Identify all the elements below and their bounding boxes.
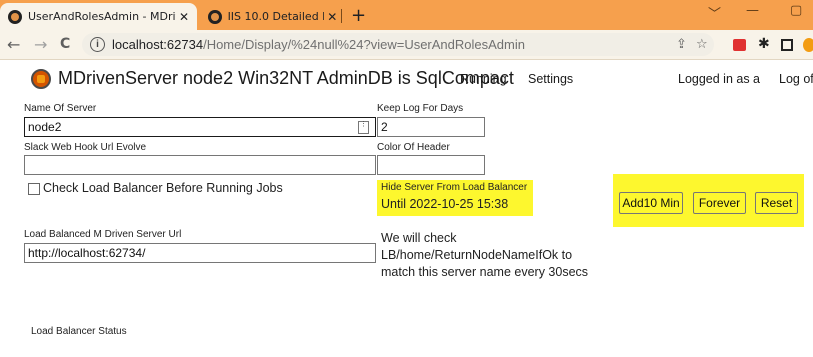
forward-icon[interactable]: → <box>34 35 47 54</box>
sidepanel-icon[interactable] <box>781 39 793 51</box>
tab-title: IIS 10.0 Detailed Error - 500.0 - n <box>227 10 325 23</box>
tab-useradmin[interactable]: UserAndRolesAdmin - MDrivenS ✕ <box>0 3 197 30</box>
profile-avatar-icon[interactable] <box>803 38 813 52</box>
page-title: MDrivenServer node2 Win32NT AdminDB is S… <box>58 68 514 88</box>
minimize-icon[interactable]: — <box>746 3 759 18</box>
tab-iis-error[interactable]: IIS 10.0 Detailed Error - 500.0 - n ✕ <box>200 3 340 30</box>
url-path: /Home/Display/%24null%24?view=UserAndRol… <box>203 37 525 52</box>
reset-button[interactable]: Reset <box>755 192 798 214</box>
menu-running[interactable]: Running <box>460 72 507 86</box>
check-load-balancer-checkbox[interactable] <box>28 183 40 195</box>
maximize-icon[interactable]: ▢ <box>790 3 802 18</box>
autofill-key-icon[interactable]: ⋮ <box>358 121 369 134</box>
forever-button[interactable]: Forever <box>693 192 746 214</box>
logged-in-text: Logged in as a <box>678 72 761 86</box>
keep-log-input[interactable]: 2 <box>377 117 485 137</box>
hide-server-panel: Hide Server From Load Balancer Until 202… <box>377 180 533 216</box>
load-balanced-url-input[interactable]: http://localhost:62734/ <box>24 243 376 263</box>
add10-min-button[interactable]: Add10 Min <box>619 192 683 214</box>
hide-server-label: Hide Server From Load Balancer <box>381 182 528 193</box>
tab-search-icon[interactable]: ﹀ <box>708 3 721 22</box>
browser-toolbar: ← → C i localhost:62734/Home/Display/%24… <box>0 30 813 60</box>
bookmark-star-icon[interactable]: ☆ <box>696 37 708 52</box>
site-favicon-icon <box>208 9 222 24</box>
site-info-icon[interactable]: i <box>90 37 105 52</box>
extensions-puzzle-icon[interactable]: ✱ <box>758 36 770 52</box>
share-icon[interactable]: ⇪ <box>676 37 687 52</box>
extension-red-icon[interactable] <box>733 39 746 51</box>
address-bar[interactable]: i localhost:62734/Home/Display/%24null%2… <box>82 33 714 56</box>
check-note-line3: match this server name every 30secs <box>381 265 589 279</box>
check-note-line1: We will check <box>381 231 457 245</box>
name-of-server-input[interactable]: node2 ⋮ <box>24 117 376 137</box>
url-text[interactable]: localhost:62734/Home/Display/%24null%24?… <box>112 37 525 52</box>
check-note-line2: LB/home/ReturnNodeNameIfOk to <box>381 248 573 262</box>
keep-log-label: Keep Log For Days <box>377 103 464 114</box>
menu-settings[interactable]: Settings <box>528 72 573 86</box>
load-balanced-url-label: Load Balanced M Driven Server Url <box>24 229 182 240</box>
slack-webhook-label: Slack Web Hook Url Evolve <box>24 142 147 153</box>
name-of-server-value: node2 <box>28 120 62 134</box>
close-tab-icon[interactable]: ✕ <box>176 10 192 24</box>
check-load-balancer-label: Check Load Balancer Before Running Jobs <box>43 181 283 195</box>
slack-webhook-input[interactable] <box>24 155 376 175</box>
hide-until-text: Until 2022-10-25 15:38 <box>381 197 509 211</box>
tab-separator <box>341 9 342 23</box>
mdriven-logo-icon <box>31 69 51 89</box>
new-tab-button[interactable]: + <box>351 5 366 26</box>
tab-title: UserAndRolesAdmin - MDrivenS <box>28 10 176 23</box>
url-host: localhost:62734 <box>112 37 204 52</box>
close-tab-icon[interactable]: ✕ <box>324 10 340 24</box>
name-of-server-label: Name Of Server <box>24 103 97 114</box>
hide-actions-panel: Add10 Min Forever Reset <box>613 174 804 227</box>
menu-logoff[interactable]: Log of <box>779 72 813 86</box>
reload-icon[interactable]: C <box>60 36 70 52</box>
color-of-header-label: Color Of Header <box>377 142 450 153</box>
load-balancer-status-label: Load Balancer Status <box>31 326 127 337</box>
app-header: MDrivenServer node2 Win32NT AdminDB is S… <box>0 60 813 98</box>
color-of-header-input[interactable] <box>377 155 485 175</box>
tab-strip: UserAndRolesAdmin - MDrivenS ✕ IIS 10.0 … <box>0 0 813 30</box>
back-icon[interactable]: ← <box>7 35 20 54</box>
site-favicon-icon <box>8 9 22 24</box>
